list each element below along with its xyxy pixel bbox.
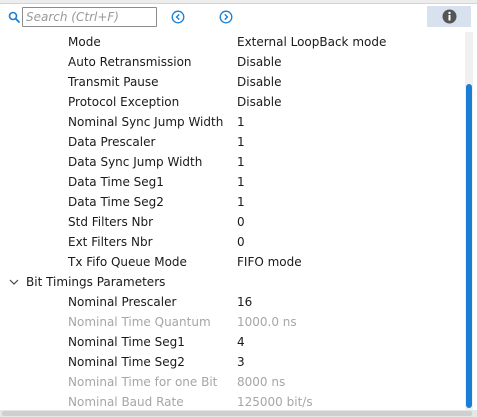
parameter-name: Mode — [68, 35, 101, 49]
vertical-scrollbar[interactable] — [465, 32, 473, 410]
parameter-value: 8000 ns — [237, 375, 286, 389]
parameter-value[interactable]: 0 — [237, 212, 245, 232]
parameter-value: 125000 bit/s — [237, 395, 313, 409]
parameter-value[interactable]: Disable — [237, 92, 282, 112]
parameter-row[interactable]: Nominal Sync Jump Width 1 — [0, 112, 468, 132]
group-bit-timings-parameters[interactable]: Bit Timings Parameters — [0, 272, 468, 292]
parameter-name: Nominal Time for one Bit — [68, 375, 218, 389]
circle-arrow-left-icon[interactable] — [171, 10, 185, 24]
parameter-row[interactable]: Data Time Seg1 1 — [0, 172, 468, 192]
parameter-name: Data Prescaler — [68, 135, 156, 149]
parameter-value[interactable]: 1 — [237, 172, 245, 192]
parameter-name: Transmit Pause — [68, 75, 159, 89]
vertical-scrollbar-thumb[interactable] — [466, 84, 472, 408]
parameter-value[interactable]: FIFO mode — [237, 252, 302, 272]
parameter-row[interactable]: Nominal Time Quantum 1000.0 ns — [0, 312, 468, 332]
parameter-row[interactable]: Tx Fifo Queue Mode FIFO mode — [0, 252, 468, 272]
parameter-value[interactable]: 0 — [237, 232, 245, 252]
group-label: Bit Timings Parameters — [26, 275, 166, 289]
toolbar — [0, 4, 477, 32]
parameter-value[interactable]: External LoopBack mode — [237, 32, 386, 52]
parameter-row[interactable]: Nominal Time Seg2 3 — [0, 352, 468, 372]
parameter-name: Nominal Baud Rate — [68, 395, 184, 409]
parameter-row[interactable]: Ext Filters Nbr 0 — [0, 232, 468, 252]
parameter-name: Nominal Time Seg2 — [68, 355, 185, 369]
parameter-tree: Mode External LoopBack mode Auto Retransmi… — [0, 32, 468, 412]
parameter-name: Data Sync Jump Width — [68, 155, 203, 169]
search-input[interactable] — [22, 7, 157, 27]
parameter-name: Data Time Seg2 — [68, 195, 164, 209]
parameter-value[interactable]: 1 — [237, 112, 245, 132]
parameter-row[interactable]: Data Sync Jump Width 1 — [0, 152, 468, 172]
parameter-row[interactable]: Data Prescaler 1 — [0, 132, 468, 152]
parameter-value[interactable]: 1 — [237, 132, 245, 152]
parameter-value[interactable]: Disable — [237, 72, 282, 92]
parameter-value[interactable]: 4 — [237, 332, 245, 352]
parameter-value[interactable]: 1 — [237, 192, 245, 212]
parameter-row[interactable]: Nominal Baud Rate 125000 bit/s — [0, 392, 468, 412]
parameter-value[interactable]: 16 — [237, 292, 252, 312]
parameter-row[interactable]: Nominal Time for one Bit 8000 ns — [0, 372, 468, 392]
parameter-row[interactable]: Std Filters Nbr 0 — [0, 212, 468, 232]
parameter-name: Std Filters Nbr — [68, 215, 154, 229]
horizontal-scrollbar-thumb[interactable] — [2, 411, 472, 416]
parameter-name: Auto Retransmission — [68, 55, 192, 69]
parameter-name: Nominal Sync Jump Width — [68, 115, 224, 129]
parameter-row[interactable]: Transmit Pause Disable — [0, 72, 468, 92]
parameter-name: Data Time Seg1 — [68, 175, 164, 189]
parameter-value[interactable]: Disable — [237, 52, 282, 72]
parameter-row[interactable]: Auto Retransmission Disable — [0, 52, 468, 72]
search-icon — [8, 11, 20, 23]
parameter-value: 1000.0 ns — [237, 315, 297, 329]
parameter-row[interactable]: Nominal Prescaler 16 — [0, 292, 468, 312]
parameter-row[interactable]: Mode External LoopBack mode — [0, 32, 468, 52]
parameter-name: Ext Filters Nbr — [68, 235, 153, 249]
parameter-name: Nominal Time Seg1 — [68, 335, 185, 349]
horizontal-scrollbar[interactable] — [0, 410, 477, 417]
parameter-row[interactable]: Data Time Seg2 1 — [0, 192, 468, 212]
parameter-row[interactable]: Protocol Exception Disable — [0, 92, 468, 112]
parameter-name: Nominal Time Quantum — [68, 315, 211, 329]
parameter-value[interactable]: 3 — [237, 352, 245, 372]
parameter-name: Tx Fifo Queue Mode — [68, 255, 187, 269]
info-button[interactable] — [427, 6, 471, 27]
parameter-name: Protocol Exception — [68, 95, 180, 109]
parameter-row[interactable]: Nominal Time Seg1 4 — [0, 332, 468, 352]
parameter-value[interactable]: 1 — [237, 152, 245, 172]
parameter-name: Nominal Prescaler — [68, 295, 177, 309]
circle-arrow-right-icon[interactable] — [219, 10, 233, 24]
info-icon — [442, 9, 457, 24]
chevron-down-icon[interactable] — [9, 278, 19, 286]
